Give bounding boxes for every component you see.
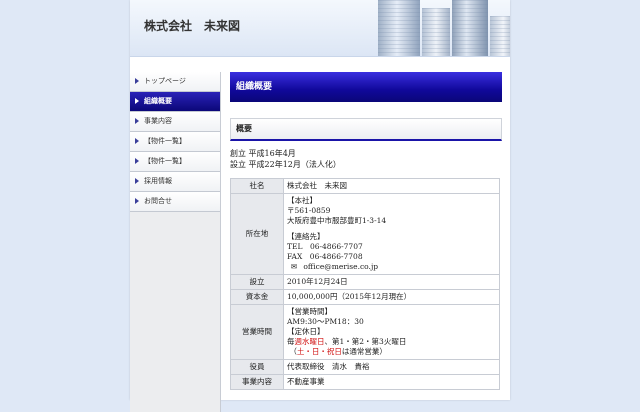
arrow-right-icon (135, 158, 139, 164)
table-row: 資本金 10,000,000円（2015年12月現在） (230, 289, 500, 305)
arrow-right-icon (135, 178, 139, 184)
sidebar-item-contact[interactable]: お問合せ (130, 192, 220, 212)
table-header-cell: 社名 (230, 178, 284, 194)
table-row: 事業内容 不動産事業 (230, 374, 500, 390)
table-row: 営業時間 【営業時間】 AM9:30～PM18：30 【定休日】 毎週水曜日、第… (230, 304, 500, 360)
table-cell: 【営業時間】 AM9:30～PM18：30 【定休日】 毎週水曜日、第1・第2・… (283, 304, 500, 360)
table-row: 設立 2010年12月24日 (230, 274, 500, 290)
building-image (490, 16, 510, 56)
sidebar-item-recruit[interactable]: 採用情報 (130, 172, 220, 192)
site-title[interactable]: 株式会社 未来図 (144, 17, 240, 34)
sidebar-item-business[interactable]: 事業内容 (130, 112, 220, 132)
site-header: 株式会社 未来図 (130, 0, 510, 57)
intro-text: 創立 平成16年4月 設立 平成22年12月（法人化） (230, 148, 502, 170)
arrow-right-icon (135, 198, 139, 204)
arrow-right-icon (135, 98, 139, 104)
table-header-cell: 資本金 (230, 289, 284, 305)
main-content: 組織概要 概要 創立 平成16年4月 設立 平成22年12月（法人化） 社名 株… (230, 72, 502, 390)
table-header-cell: 営業時間 (230, 304, 284, 360)
company-info-table: 社名 株式会社 未来図 所在地 【本社】 〒561-0859 大阪府豊中市服部豊… (230, 178, 500, 390)
building-image (452, 0, 488, 56)
page-container: 株式会社 未来図 トップページ 組織概要 事業内容 【物件一覧】 【物件一覧】 … (130, 0, 510, 412)
sidebar-nav: トップページ 組織概要 事業内容 【物件一覧】 【物件一覧】 採用情報 お問合せ (130, 72, 221, 412)
table-cell: 不動産事業 (283, 374, 500, 390)
email-link[interactable]: office@merise.co.jp (303, 262, 378, 271)
table-cell: 2010年12月24日 (283, 274, 500, 290)
building-image (378, 0, 420, 56)
page-title: 組織概要 (230, 72, 502, 102)
table-cell: 【本社】 〒561-0859 大阪府豊中市服部豊町1-3-14 【連絡先】 TE… (283, 193, 500, 275)
table-row: 所在地 【本社】 〒561-0859 大阪府豊中市服部豊町1-3-14 【連絡先… (230, 193, 500, 275)
email-line: ✉ office@merise.co.jp (287, 262, 496, 272)
founded-line: 創立 平成16年4月 (230, 149, 296, 158)
table-row: 役員 代表取締役 清水 貴裕 (230, 359, 500, 375)
table-header-cell: 設立 (230, 274, 284, 290)
sidebar-item-top[interactable]: トップページ (130, 72, 220, 92)
table-cell: 代表取締役 清水 貴裕 (283, 359, 500, 375)
table-header-cell: 事業内容 (230, 374, 284, 390)
table-row: 社名 株式会社 未来図 (230, 178, 500, 194)
sidebar-item-properties-2[interactable]: 【物件一覧】 (130, 152, 220, 172)
arrow-right-icon (135, 118, 139, 124)
section-heading: 概要 (230, 118, 502, 141)
table-header-cell: 所在地 (230, 193, 284, 275)
arrow-right-icon (135, 138, 139, 144)
arrow-right-icon (135, 78, 139, 84)
table-cell: 10,000,000円（2015年12月現在） (283, 289, 500, 305)
sidebar-item-organization[interactable]: 組織概要 (130, 92, 220, 112)
mail-icon: ✉ (290, 262, 298, 271)
table-header-cell: 役員 (230, 359, 284, 375)
incorporated-line: 設立 平成22年12月（法人化） (230, 160, 341, 169)
table-cell: 株式会社 未来図 (283, 178, 500, 194)
sidebar-item-properties-1[interactable]: 【物件一覧】 (130, 132, 220, 152)
building-image (422, 8, 450, 56)
